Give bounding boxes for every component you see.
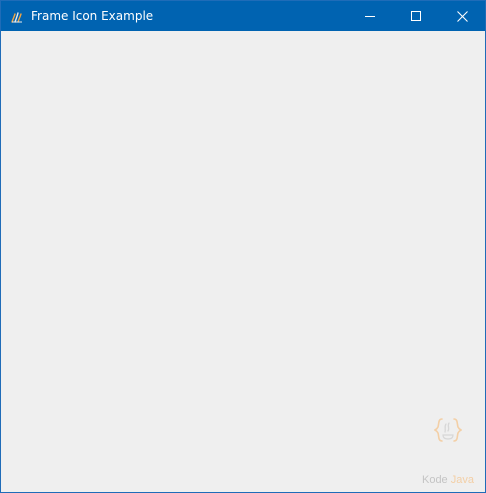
watermark-text-java: Java bbox=[450, 474, 474, 486]
kodejava-watermark: Kode Java bbox=[415, 415, 481, 486]
minimize-icon bbox=[365, 11, 375, 21]
close-button[interactable] bbox=[439, 1, 485, 31]
java-cup-icon[interactable] bbox=[9, 9, 25, 25]
title-bar[interactable]: Frame Icon Example bbox=[1, 1, 485, 31]
close-icon bbox=[456, 10, 468, 22]
maximize-icon bbox=[411, 11, 421, 21]
maximize-button[interactable] bbox=[393, 1, 439, 31]
kodejava-logo-icon bbox=[433, 417, 463, 443]
app-window: Frame Icon Example Kode Java bbox=[0, 0, 486, 493]
watermark-text: Kode Java bbox=[415, 473, 481, 487]
watermark-text-kode: Kode bbox=[421, 474, 448, 486]
window-title: Frame Icon Example bbox=[31, 9, 154, 23]
minimize-button[interactable] bbox=[347, 1, 393, 31]
frame-content-area bbox=[1, 31, 485, 492]
